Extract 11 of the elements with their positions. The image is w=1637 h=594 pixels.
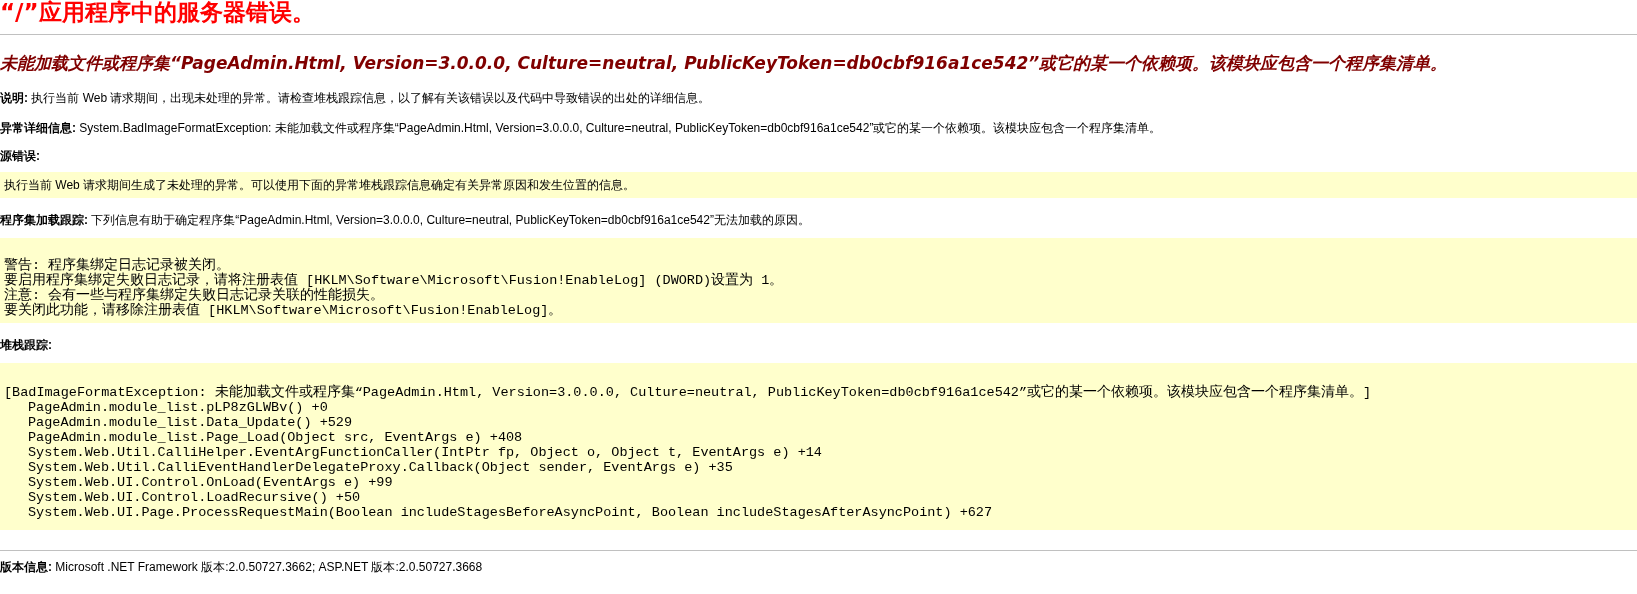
source-error-label: 源错误: [0, 148, 41, 164]
source-error-message: 执行当前 Web 请求期间生成了未处理的异常。可以使用下面的异常堆栈跟踪信息确定有关异常原因和发生位置的信息。 [0, 172, 1637, 198]
description-text: 说明: 执行当前 Web 请求期间，出现未处理的异常。请检查堆栈跟踪信息，以了解有关该错误以及代码中导致错误的出处的详细信息。 [0, 90, 712, 106]
version-info-text: 版本信息: Microsoft .NET Framework 版本:2.0.50727.3662; ASP.NET 版本:2.0.50727.3668 [0, 559, 484, 575]
exception-details-text: 异常详细信息: System.BadImageFormatException: 未能加载文件或程序集“PageAdmin.Html, Version=3.0.0.0, Culture=neutral, PublicKeyToken=db0cbf916a1ce542”或它的某一个依赖项。该模块应包含一个程序集清单。 [0, 120, 1163, 136]
page-title: “/”应用程序中的服务器错误。 [0, 0, 316, 26]
log-warning-block: 警告: 程序集绑定日志记录被关闭。 要启用程序集绑定失败日志记录，请将注册表值 [HKLM\Software\Microsoft\Fusion!EnableLog] (DWORD)设置为 1。 注意: 会有一些与程序集绑定失败日志记录关联的性能损失。 要关闭此功能，请移除注册表值 [HKLM\Software\Microsoft\Fusion!EnableLog]。 [0, 238, 1637, 323]
error-heading: 未能加载文件或程序集“PageAdmin.Html, Version=3.0.0.0, Culture=neutral, PublicKeyToken=db0cbf916a1ce542”或它的某一个依赖项。该模块应包含一个程序集清单。 [0, 52, 1449, 74]
stack-trace-label: 堆栈跟踪: [0, 337, 53, 353]
assembly-load-trace-text: 程序集加载跟踪: 下列信息有助于确定程序集“PageAdmin.Html, Version=3.0.0.0, Culture=neutral, PublicKeyToken=db0cbf916a1ce542”无法加载的原因。 [0, 212, 811, 228]
stack-trace-block: [BadImageFormatException: 未能加载文件或程序集“PageAdmin.Html, Version=3.0.0.0, Culture=neutral, PublicKeyToken=db0cbf916a1ce542”或它的某一个依赖项。该模块应包含一个程序集清单。] PageAdmin.module_list.pLP8zGLWBv() +0 PageAdmin.module_list.Data_Update() +529 PageAdmin.module_list.Page_Load(Object src, EventArgs e) +408 System.Web.Util.CalliHelper.EventArgFunctionCaller(IntPtr fp, Object o, Object t, EventArgs e) +14 System.Web.Util.CalliEventHandlerDelegateProxy.Callback(Object sender, EventArgs e) +35 System.Web.UI.Control.OnLoad(EventArgs e) +99 System.Web.UI.Control.LoadRecursive() +50 System.Web.UI.Page.ProcessRequestMain(Boolean includeStagesBeforeAsyncPoint, Boolean includeStagesAfterAsyncPoint) +627 [0, 363, 1637, 530]
